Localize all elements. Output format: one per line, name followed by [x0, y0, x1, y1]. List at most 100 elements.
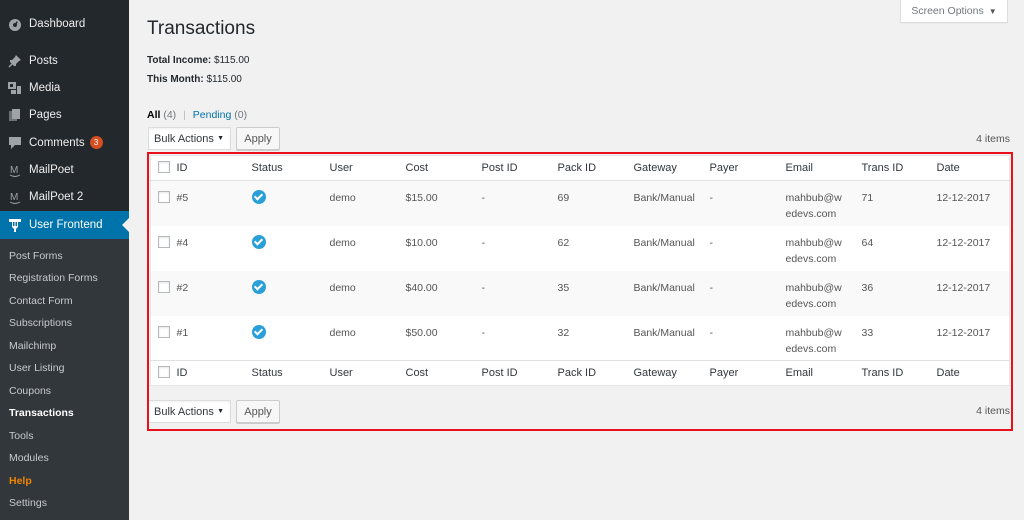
select-all-checkbox-bottom[interactable] — [158, 365, 170, 378]
column-post-id: Post ID — [481, 162, 518, 174]
sidebar-item-label: MailPoet 2 — [29, 190, 84, 203]
sidebar-item-media[interactable]: Media — [0, 74, 129, 101]
submenu-coupons[interactable]: Coupons — [9, 385, 51, 397]
row-checkbox-cell — [151, 181, 177, 226]
filter-all[interactable]: All — [147, 109, 160, 121]
sidebar-item-label: Pages — [29, 108, 62, 121]
total-income-label: Total Income: — [147, 55, 212, 66]
cell-email: mahbub@wedevs.com — [786, 226, 862, 271]
column-date[interactable]: Date — [937, 156, 1010, 181]
submenu-contact-form[interactable]: Contact Form — [9, 295, 73, 307]
sidebar-item-mailpoet-2[interactable]: M MailPoet 2 — [0, 183, 129, 210]
cell-email: mahbub@wedevs.com — [786, 271, 862, 316]
sidebar-item-dashboard[interactable]: Dashboard — [0, 10, 129, 37]
select-all-checkbox[interactable] — [158, 160, 170, 173]
items-count-top: 4 items — [976, 133, 1010, 145]
column-id[interactable]: ID — [177, 156, 252, 181]
sidebar-item-label: User Frontend — [29, 219, 103, 231]
column-user-footer: User — [329, 367, 353, 379]
bulk-actions-value: Bulk Actions — [154, 405, 214, 418]
cell-trans-id: 71 — [861, 192, 874, 204]
table-header-row: ID Status User Cost Post ID Pack ID Gate… — [150, 156, 1010, 181]
column-pack-id-footer: Pack ID — [557, 367, 597, 379]
submenu-mailchimp[interactable]: Mailchimp — [9, 340, 56, 352]
this-month-label: This Month: — [147, 74, 204, 85]
cell-id: #1 — [176, 326, 189, 339]
filter-pending[interactable]: Pending — [193, 109, 232, 121]
cell-id: #5 — [176, 192, 189, 204]
column-trans-id-footer: Trans ID — [861, 367, 904, 379]
column-pack-id: Pack ID — [557, 162, 597, 174]
cell-status — [251, 316, 330, 361]
row-checkbox[interactable] — [158, 280, 170, 293]
apply-button-top[interactable]: Apply — [236, 127, 280, 150]
column-status-footer[interactable]: Status — [252, 361, 330, 386]
cell-pack-id[interactable]: 62 — [558, 226, 634, 271]
column-post-id-footer: Post ID — [481, 367, 518, 379]
table-footer-row: ID Status User Cost Post ID Pack ID Gate… — [150, 360, 1010, 386]
cell-pack-id[interactable]: 35 — [558, 271, 634, 316]
column-gateway: Gateway — [633, 162, 677, 174]
items-count-bottom: 4 items — [976, 405, 1010, 417]
sidebar-item-user-frontend[interactable]: User Frontend — [0, 211, 129, 239]
bulk-actions-select-bottom[interactable]: Bulk Actions ▼ — [148, 400, 231, 423]
gateway-text: Bank/Manual — [633, 281, 695, 294]
cell-user[interactable]: demo — [330, 226, 406, 271]
column-email-footer: Email — [785, 367, 814, 379]
cell-user[interactable]: demo — [330, 271, 406, 316]
cell-gateway: Bank/Manual — [634, 316, 710, 361]
submenu-tools[interactable]: Tools — [9, 430, 34, 442]
gateway-text: Bank/Manual — [633, 236, 695, 249]
sidebar-item-posts[interactable]: Posts — [0, 47, 129, 74]
submenu-post-forms[interactable]: Post Forms — [9, 250, 63, 262]
column-status[interactable]: Status — [252, 156, 330, 181]
cell-user[interactable]: demo — [330, 316, 406, 361]
cell-cost: $15.00 — [405, 192, 438, 204]
svg-text:M: M — [10, 192, 18, 203]
sidebar-item-comments[interactable]: Comments 3 — [0, 129, 129, 156]
caret-down-icon: ▼ — [988, 6, 997, 16]
cell-trans-id: 36 — [861, 281, 874, 294]
this-month-value: $115.00 — [206, 74, 242, 85]
screen-options-button[interactable]: Screen Options ▼ — [900, 0, 1008, 23]
media-icon — [7, 80, 23, 96]
cell-user[interactable]: demo — [330, 181, 406, 226]
sidebar-item-label: Media — [29, 81, 61, 94]
submenu-modules[interactable]: Modules — [9, 452, 49, 464]
column-date-footer[interactable]: Date — [937, 361, 1010, 386]
column-id-footer[interactable]: ID — [177, 361, 252, 386]
cell-gateway: Bank/Manual — [634, 271, 710, 316]
sidebar-item-pages[interactable]: Pages — [0, 101, 129, 128]
total-income-value: $115.00 — [214, 55, 250, 66]
cell-cost: $10.00 — [405, 236, 438, 249]
sidebar-item-label: Dashboard — [29, 17, 86, 30]
row-checkbox[interactable] — [158, 325, 170, 338]
table-row: #2 demo $40.00 - 35 Bank/Manual - mahbub… — [150, 270, 1010, 316]
submenu-user-listing[interactable]: User Listing — [9, 362, 64, 374]
caret-down-icon: ▼ — [217, 408, 224, 415]
submenu-help[interactable]: Help — [9, 475, 32, 487]
cell-pack-id[interactable]: 32 — [558, 316, 634, 361]
cell-email: mahbub@wedevs.com — [786, 181, 862, 226]
cell-payer: - — [709, 326, 714, 339]
column-trans-id: Trans ID — [861, 162, 904, 174]
status-filter-links: All (4) | Pending (0) — [147, 109, 247, 121]
cell-cost: $40.00 — [405, 281, 438, 294]
cell-gateway: Bank/Manual — [634, 226, 710, 271]
row-checkbox[interactable] — [158, 235, 170, 248]
submenu-subscriptions[interactable]: Subscriptions — [9, 317, 72, 329]
submenu-registration-forms[interactable]: Registration Forms — [9, 272, 98, 284]
select-all-cell — [151, 156, 177, 181]
pages-icon — [7, 107, 23, 123]
cell-pack-id[interactable]: 69 — [558, 181, 634, 226]
filter-all-count: (4) — [163, 109, 177, 121]
submenu-transactions[interactable]: Transactions — [9, 407, 74, 419]
bulk-actions-select-top[interactable]: Bulk Actions ▼ — [148, 127, 231, 150]
row-checkbox[interactable] — [158, 191, 170, 203]
column-cost: Cost — [405, 162, 429, 174]
submenu-settings[interactable]: Settings — [9, 497, 47, 509]
cell-id: #2 — [176, 281, 189, 294]
apply-button-bottom[interactable]: Apply — [236, 400, 280, 423]
cell-post-id: - — [481, 281, 486, 294]
sidebar-item-mailpoet[interactable]: M MailPoet — [0, 156, 129, 183]
